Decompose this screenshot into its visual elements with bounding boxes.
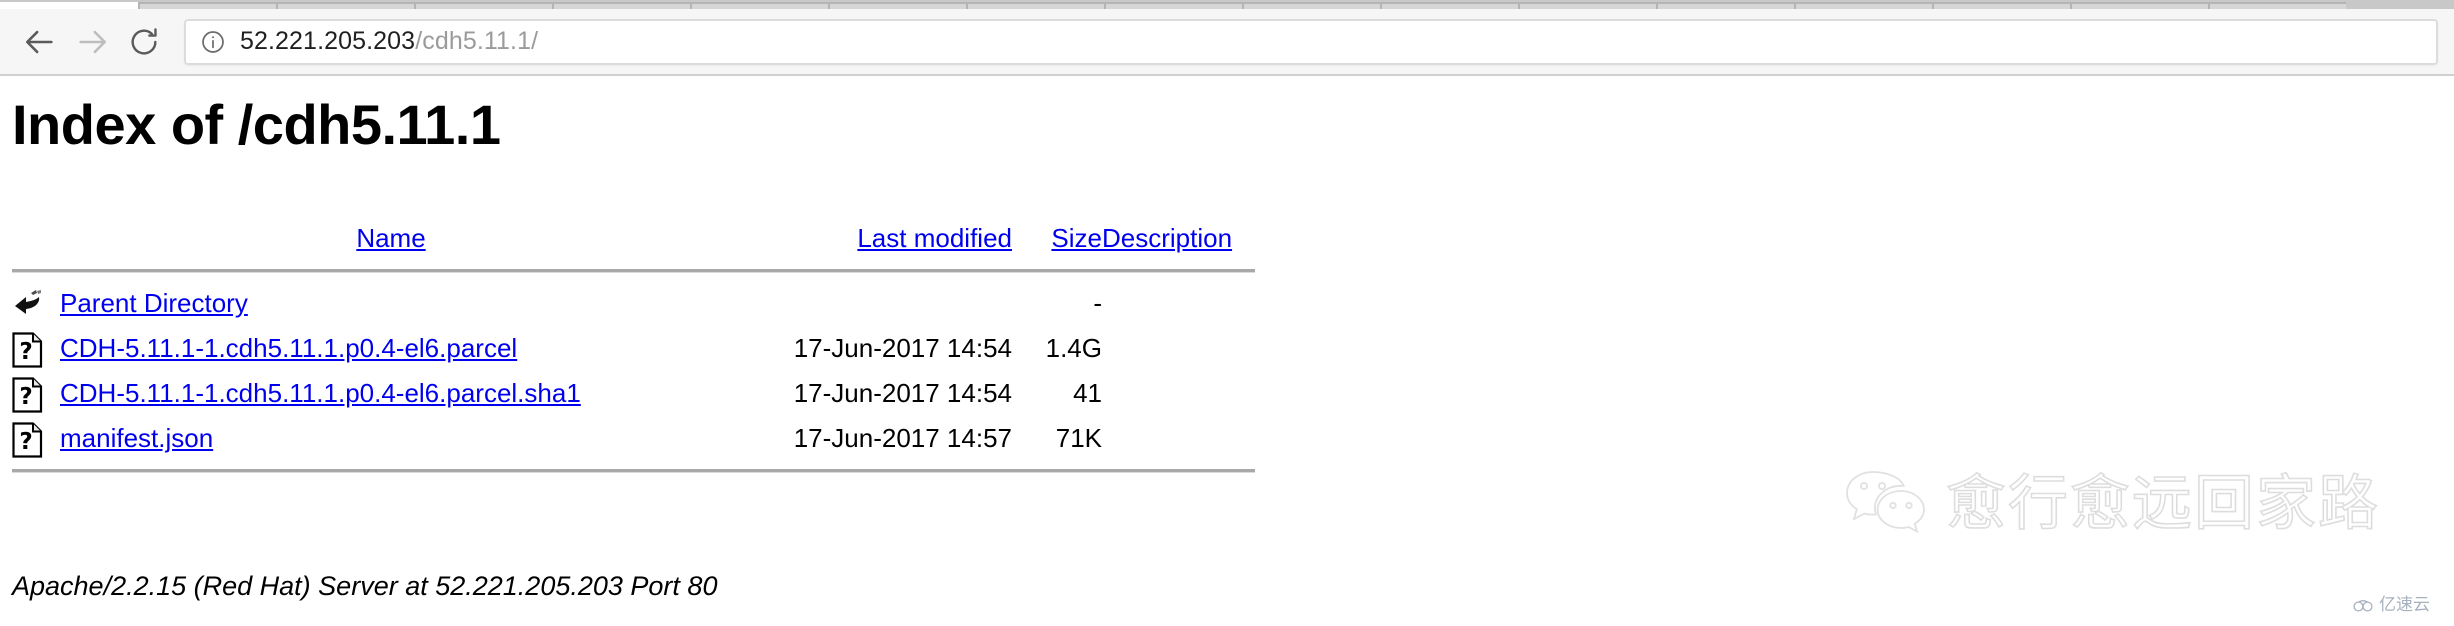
parent-directory-link[interactable]: Parent Directory — [60, 288, 248, 318]
directory-table: Name Last modified Size Description Pare… — [12, 216, 1255, 481]
row-size-cell: - — [1093, 288, 1102, 318]
row-size-cell: 41 — [1073, 378, 1102, 408]
column-header-description-link[interactable]: Description — [1102, 223, 1232, 253]
browser-tab[interactable] — [414, 2, 552, 9]
unknown-file-icon: ? — [12, 422, 46, 458]
table-row[interactable]: ? CDH-5.11.1-1.cdh5.11.1.p0.4-el6.parcel… — [12, 371, 1255, 416]
file-link[interactable]: manifest.json — [60, 423, 213, 453]
row-icon-cell: ? — [12, 416, 60, 461]
server-signature: Apache/2.2.15 (Red Hat) Server at 52.221… — [12, 571, 718, 601]
back-button[interactable] — [14, 16, 66, 68]
row-date-cell: 17-Jun-2017 14:54 — [793, 378, 1012, 408]
horizontal-rule — [12, 469, 1255, 473]
row-name-cell[interactable]: CDH-5.11.1-1.cdh5.11.1.p0.4-el6.parcel — [60, 326, 722, 371]
unknown-file-icon: ? — [12, 332, 46, 368]
browser-tab[interactable] — [2070, 2, 2208, 9]
row-description-cell — [1102, 281, 1255, 326]
reload-icon — [128, 26, 160, 58]
header-icon-spacer — [12, 216, 60, 261]
browser-tab[interactable] — [1242, 2, 1380, 9]
horizontal-rule — [12, 269, 1255, 273]
browser-tab[interactable] — [828, 2, 966, 9]
page-title: Index of /cdh5.11.1 — [12, 93, 501, 156]
row-description-cell — [1102, 371, 1255, 416]
url-path: /cdh5.11.1/ — [415, 27, 539, 55]
column-header-size[interactable]: Size — [1012, 216, 1102, 261]
svg-text:?: ? — [19, 339, 32, 365]
table-row[interactable]: Parent Directory - — [12, 281, 1255, 326]
table-row[interactable]: ? manifest.json 17-Jun-2017 14:57 71K — [12, 416, 1255, 461]
row-name-cell[interactable]: CDH-5.11.1-1.cdh5.11.1.p0.4-el6.parcel.s… — [60, 371, 722, 416]
browser-tab[interactable] — [690, 2, 828, 9]
footer-rule-cell — [12, 461, 1255, 481]
row-size-cell: 1.4G — [1045, 333, 1102, 363]
browser-tab[interactable] — [552, 2, 690, 9]
file-link[interactable]: CDH-5.11.1-1.cdh5.11.1.p0.4-el6.parcel — [60, 333, 517, 363]
arrow-right-icon — [75, 25, 109, 59]
browser-tab[interactable] — [1518, 2, 1656, 9]
browser-tab[interactable] — [966, 2, 1104, 9]
row-date-cell — [722, 281, 1012, 326]
column-header-name-link[interactable]: Name — [356, 223, 425, 253]
row-icon-cell: ? — [12, 326, 60, 371]
tab-strip[interactable] — [0, 0, 2454, 9]
header-rule-row — [12, 261, 1255, 281]
forward-button[interactable] — [66, 16, 118, 68]
browser-tab[interactable] — [1932, 2, 2070, 9]
parent-directory-icon — [12, 287, 46, 323]
browser-tab[interactable] — [1794, 2, 1932, 9]
column-header-last-modified-link[interactable]: Last modified — [857, 223, 1012, 253]
row-name-cell[interactable]: manifest.json — [60, 416, 722, 461]
svg-text:?: ? — [19, 429, 32, 455]
footer-rule-row — [12, 461, 1255, 481]
browser-tab[interactable] — [276, 2, 414, 9]
row-icon-cell — [12, 281, 60, 326]
row-icon-cell: ? — [12, 371, 60, 416]
unknown-file-icon: ? — [12, 377, 46, 413]
table-header-row: Name Last modified Size Description — [12, 216, 1255, 261]
browser-tab[interactable] — [1104, 2, 1242, 9]
row-description-cell — [1102, 416, 1255, 461]
browser-tab[interactable] — [0, 2, 138, 9]
svg-text:?: ? — [19, 384, 32, 410]
browser-tab[interactable] — [138, 2, 276, 9]
info-circle-icon[interactable] — [200, 29, 226, 55]
row-description-cell — [1102, 326, 1255, 371]
address-bar[interactable]: 52.221.205.203/cdh5.11.1/ — [184, 18, 2438, 65]
reload-button[interactable] — [118, 16, 170, 68]
column-header-description[interactable]: Description — [1102, 216, 1255, 261]
column-header-size-link[interactable]: Size — [1051, 223, 1102, 253]
browser-tab[interactable] — [1380, 2, 1518, 9]
row-name-cell[interactable]: Parent Directory — [60, 281, 722, 326]
address-bar-url: 52.221.205.203/cdh5.11.1/ — [240, 27, 538, 56]
browser-tab[interactable] — [2208, 2, 2346, 9]
column-header-name[interactable]: Name — [60, 216, 722, 261]
directory-listing: Name Last modified Size Description Pare… — [12, 216, 1255, 481]
row-size-cell: 71K — [1055, 423, 1102, 453]
header-rule-cell — [12, 261, 1255, 281]
row-date-cell: 17-Jun-2017 14:54 — [793, 333, 1012, 363]
url-host: 52.221.205.203 — [240, 27, 416, 55]
table-row[interactable]: ? CDH-5.11.1-1.cdh5.11.1.p0.4-el6.parcel… — [12, 326, 1255, 371]
arrow-left-icon — [23, 25, 57, 59]
browser-chrome: 52.221.205.203/cdh5.11.1/ — [0, 0, 2454, 76]
page-content: Index of /cdh5.11.1 Name Last modified S… — [0, 76, 2454, 626]
file-link[interactable]: CDH-5.11.1-1.cdh5.11.1.p0.4-el6.parcel.s… — [60, 378, 581, 408]
navigation-bar: 52.221.205.203/cdh5.11.1/ — [0, 9, 2454, 74]
column-header-last-modified[interactable]: Last modified — [722, 216, 1012, 261]
row-date-cell: 17-Jun-2017 14:57 — [793, 423, 1012, 453]
browser-tab[interactable] — [1656, 2, 1794, 9]
